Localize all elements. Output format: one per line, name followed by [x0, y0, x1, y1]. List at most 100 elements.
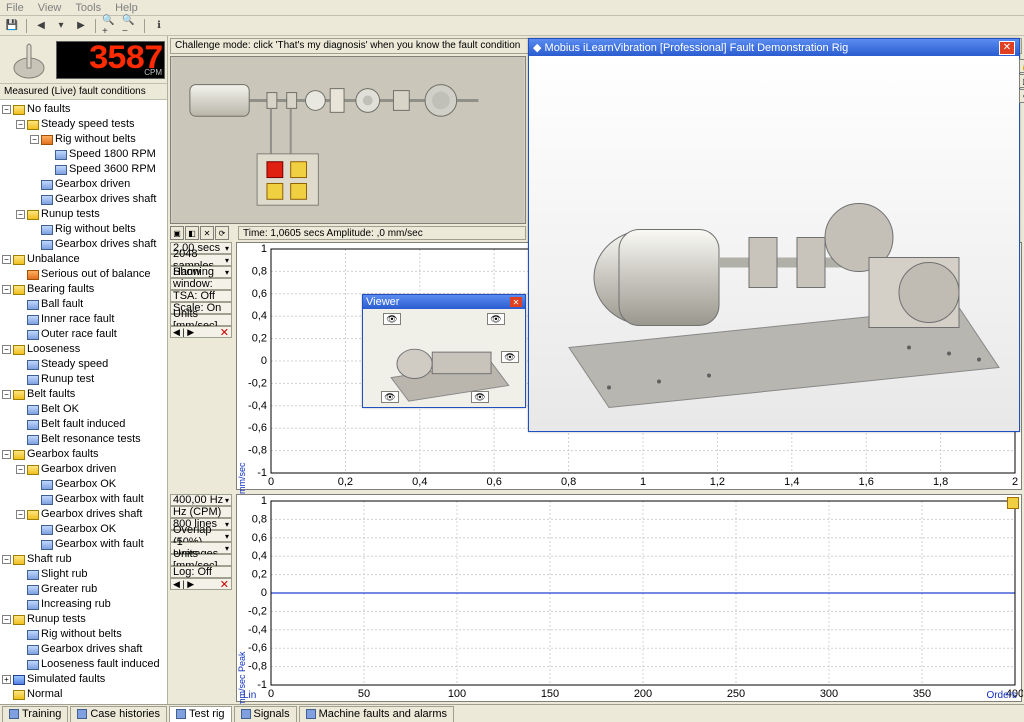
ctl-tsa[interactable]: TSA: Off: [170, 290, 232, 302]
menu-tools[interactable]: Tools: [75, 2, 101, 13]
svg-text:1: 1: [640, 476, 646, 488]
tree-item[interactable]: Serious out of balance: [16, 267, 167, 282]
tree-item[interactable]: −Belt faults: [2, 387, 167, 402]
zoom-in-icon[interactable]: 🔍+: [102, 18, 118, 34]
tree-item[interactable]: −Unbalance: [2, 252, 167, 267]
zoom-out-icon[interactable]: 🔍−: [122, 18, 138, 34]
svg-text:1,8: 1,8: [933, 476, 948, 488]
tab-case-histories[interactable]: Case histories: [70, 706, 167, 722]
tab-training[interactable]: Training: [2, 706, 68, 722]
svg-text:2: 2: [1012, 476, 1018, 488]
info-icon[interactable]: ℹ: [151, 18, 167, 34]
ctl-units[interactable]: Units [mm/sec]: [170, 314, 232, 326]
fault-tree[interactable]: −No faults−Steady speed tests−Rig withou…: [0, 100, 167, 704]
tree-item[interactable]: −Gearbox drives shaft: [16, 507, 167, 522]
tree-item[interactable]: −Bearing faults: [2, 282, 167, 297]
viewer-window[interactable]: Viewer ✕ 👁 👁 👁 👁 👁: [362, 294, 526, 408]
tree-item[interactable]: Rig without belts: [16, 627, 167, 642]
svg-text:350: 350: [913, 688, 931, 700]
eye-view-1[interactable]: 👁: [383, 313, 401, 325]
tree-item[interactable]: Steady speed: [16, 357, 167, 372]
3d-rig-viewport[interactable]: [529, 56, 1019, 431]
nav-forward-icon[interactable]: ▶: [73, 18, 89, 34]
speed-knob[interactable]: [2, 38, 56, 82]
tree-item[interactable]: −Runup tests: [16, 207, 167, 222]
menu-view[interactable]: View: [38, 2, 62, 13]
tab-test-rig[interactable]: Test rig: [169, 706, 231, 722]
tab-machine-faults[interactable]: Machine faults and alarms: [299, 706, 454, 722]
eye-view-2[interactable]: 👁: [487, 313, 505, 325]
menu-bar: File View Tools Help: [0, 0, 1024, 16]
nav-back-icon[interactable]: ◀: [33, 18, 49, 34]
ctl-nav[interactable]: ◀ | ▶ ✕: [170, 326, 232, 338]
tree-item[interactable]: −Gearbox driven: [16, 462, 167, 477]
tree-item[interactable]: Belt fault induced: [16, 417, 167, 432]
nav-dropdown-icon[interactable]: ▾: [53, 18, 69, 34]
ctl-nav2[interactable]: ◀ | ▶ ✕: [170, 578, 232, 590]
3d-reset-icon[interactable]: ↺: [1019, 89, 1024, 103]
eye-view-3[interactable]: 👁: [501, 351, 519, 363]
ctl-samples[interactable]: 2048 samples▾: [170, 254, 232, 266]
svg-text:0,8: 0,8: [252, 513, 267, 525]
ctl-hzcpm[interactable]: Hz (CPM): [170, 506, 232, 518]
tree-item[interactable]: Runup test: [16, 372, 167, 387]
tree-item[interactable]: Inner race fault: [16, 312, 167, 327]
eye-view-4[interactable]: 👁: [381, 391, 399, 403]
svg-text:-0,8: -0,8: [248, 661, 267, 673]
tree-item[interactable]: +Simulated faults: [2, 672, 167, 687]
tree-item[interactable]: Rig without belts: [30, 222, 167, 237]
tree-item[interactable]: Speed 1800 RPM: [44, 147, 167, 162]
tree-item[interactable]: −Runup tests: [2, 612, 167, 627]
tree-item[interactable]: Gearbox with fault: [30, 492, 167, 507]
spectrum-chart[interactable]: 050100150200250300350400-1-0,8-0,6-0,4-0…: [236, 494, 1022, 702]
tree-item[interactable]: Ball fault: [16, 297, 167, 312]
ctl-showwin[interactable]: Show window: Off: [170, 278, 232, 290]
tab-signals[interactable]: Signals: [234, 706, 297, 722]
tree-item[interactable]: Gearbox with fault: [30, 537, 167, 552]
tree-item[interactable]: Gearbox OK: [30, 522, 167, 537]
tree-item[interactable]: Greater rub: [16, 582, 167, 597]
3d-side-toolbar: 🔒 ◳ ↺: [1019, 59, 1024, 103]
tree-item[interactable]: Outer race fault: [16, 327, 167, 342]
tree-item[interactable]: −Shaft rub: [2, 552, 167, 567]
tree-item[interactable]: −Gearbox faults: [2, 447, 167, 462]
3d-rig-window[interactable]: ◆ Mobius iLearnVibration [Professional] …: [528, 38, 1020, 432]
svg-text:-1: -1: [257, 679, 267, 691]
tree-item[interactable]: Normal: [2, 687, 167, 702]
tree-item[interactable]: Belt OK: [16, 402, 167, 417]
wf-tool-1[interactable]: ▣: [170, 226, 184, 240]
tree-item[interactable]: −Steady speed tests: [16, 117, 167, 132]
tree-item[interactable]: Gearbox drives shaft: [16, 642, 167, 657]
viewer-body[interactable]: 👁 👁 👁 👁 👁: [363, 309, 525, 407]
machine-schematic[interactable]: [170, 56, 526, 224]
wf-tool-3[interactable]: ✕: [200, 226, 214, 240]
ctl-log[interactable]: Log: Off: [170, 566, 232, 578]
spectrum-corner-button[interactable]: [1007, 497, 1019, 509]
3d-lock-icon[interactable]: 🔒: [1019, 59, 1024, 73]
tree-item[interactable]: −No faults: [2, 102, 167, 117]
tree-item[interactable]: Slight rub: [16, 567, 167, 582]
tree-item[interactable]: −Rig without belts: [30, 132, 167, 147]
wf-tool-4[interactable]: ⟳: [215, 226, 229, 240]
3d-view-icon[interactable]: ◳: [1019, 74, 1024, 88]
ctl-freq[interactable]: 400,00 Hz▾: [170, 494, 232, 506]
tree-item[interactable]: Increasing rub: [16, 597, 167, 612]
eye-view-5[interactable]: 👁: [471, 391, 489, 403]
tree-item[interactable]: Gearbox drives shaft: [30, 237, 167, 252]
tree-item[interactable]: Gearbox driven: [30, 177, 167, 192]
tree-item[interactable]: Gearbox OK: [30, 477, 167, 492]
viewer-close-icon[interactable]: ✕: [510, 297, 522, 307]
tree-item[interactable]: Belt resonance tests: [16, 432, 167, 447]
tree-item[interactable]: Speed 3600 RPM: [44, 162, 167, 177]
tree-item[interactable]: Looseness fault induced: [16, 657, 167, 672]
wf-tool-2[interactable]: ◧: [185, 226, 199, 240]
tree-item[interactable]: Gearbox drives shaft: [30, 192, 167, 207]
menu-help[interactable]: Help: [115, 2, 138, 13]
menu-file[interactable]: File: [6, 2, 24, 13]
svg-text:1: 1: [261, 495, 267, 507]
ctl-units2[interactable]: Units [mm/sec]: [170, 554, 232, 566]
tree-item[interactable]: −Looseness: [2, 342, 167, 357]
3d-rig-titlebar[interactable]: ◆ Mobius iLearnVibration [Professional] …: [529, 39, 1019, 56]
close-icon[interactable]: ✕: [999, 41, 1015, 55]
save-icon[interactable]: 💾: [4, 18, 20, 34]
